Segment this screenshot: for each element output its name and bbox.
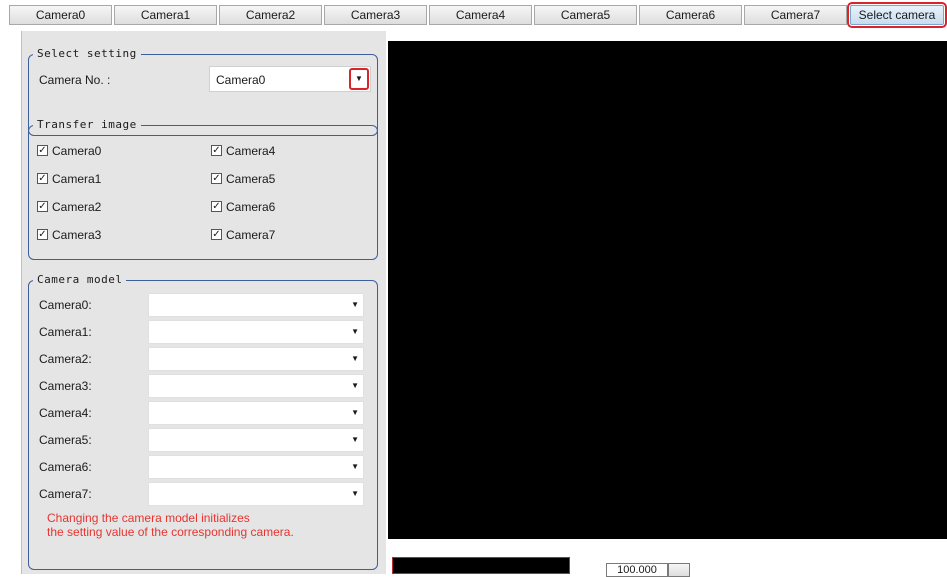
check-icon: ✓ xyxy=(211,145,222,156)
zoom-button[interactable] xyxy=(668,563,690,577)
chevron-down-icon: ▼ xyxy=(355,74,363,83)
camera-model-row-0: Camera0: ▼ xyxy=(23,293,387,317)
camera-model-row-4: Camera4: ▼ xyxy=(23,401,387,425)
camera5-model-select[interactable]: ▼ xyxy=(148,428,364,452)
chevron-down-icon: ▼ xyxy=(351,489,359,498)
camera-model-group: Camera model Camera0: ▼ Camera1: ▼ Camer… xyxy=(28,273,378,570)
tab-camera7[interactable]: Camera7 xyxy=(744,5,847,25)
select-setting-title: Select setting xyxy=(33,47,141,60)
camera-model-row-1: Camera1: ▼ xyxy=(23,320,387,344)
camera-model-title: Camera model xyxy=(33,273,127,286)
camera7-model-label: Camera7: xyxy=(39,487,92,501)
chevron-down-icon: ▼ xyxy=(351,435,359,444)
camera-no-select[interactable]: Camera0 ▼ xyxy=(209,66,371,92)
settings-panel: Select setting Camera No. : Camera0 ▼ Tr… xyxy=(21,31,386,574)
tab-camera5[interactable]: Camera5 xyxy=(534,5,637,25)
check-icon: ✓ xyxy=(37,145,48,156)
chevron-down-icon: ▼ xyxy=(351,300,359,309)
camera4-model-label: Camera4: xyxy=(39,406,92,420)
camera1-model-select[interactable]: ▼ xyxy=(148,320,364,344)
check-icon: ✓ xyxy=(211,229,222,240)
camera4-model-select[interactable]: ▼ xyxy=(148,401,364,425)
check-icon: ✓ xyxy=(37,201,48,212)
camera0-model-select[interactable]: ▼ xyxy=(148,293,364,317)
camera2-model-label: Camera2: xyxy=(39,352,92,366)
tab-camera1[interactable]: Camera1 xyxy=(114,5,217,25)
camera1-model-label: Camera1: xyxy=(39,325,92,339)
camera-tab-bar: Camera0 Camera1 Camera2 Camera3 Camera4 … xyxy=(0,0,947,32)
tab-camera2[interactable]: Camera2 xyxy=(219,5,322,25)
check-icon: ✓ xyxy=(37,229,48,240)
camera3-model-label: Camera3: xyxy=(39,379,92,393)
chevron-down-icon: ▼ xyxy=(351,354,359,363)
check-icon: ✓ xyxy=(211,173,222,184)
camera-model-row-3: Camera3: ▼ xyxy=(23,374,387,398)
camera-model-row-6: Camera6: ▼ xyxy=(23,455,387,479)
camera2-model-select[interactable]: ▼ xyxy=(148,347,364,371)
check-icon: ✓ xyxy=(211,201,222,212)
tab-camera0[interactable]: Camera0 xyxy=(9,5,112,25)
camera-no-value: Camera0 xyxy=(216,73,266,87)
chevron-down-icon: ▼ xyxy=(351,327,359,336)
camera-model-warning: Changing the camera model initializes th… xyxy=(47,511,294,539)
camera0-model-label: Camera0: xyxy=(39,298,92,312)
check-icon: ✓ xyxy=(37,173,48,184)
chevron-down-icon: ▼ xyxy=(351,381,359,390)
camera3-model-select[interactable]: ▼ xyxy=(148,374,364,398)
tab-camera4[interactable]: Camera4 xyxy=(429,5,532,25)
transfer-image-group: Transfer image ✓ Camera0 ✓ Camera4 ✓ Camera… xyxy=(28,118,378,260)
camera-no-dropdown-button[interactable]: ▼ xyxy=(349,68,369,90)
camera-model-row-2: Camera2: ▼ xyxy=(23,347,387,371)
zoom-value-field[interactable]: 100.000 xyxy=(606,563,668,577)
transfer-image-title: Transfer image xyxy=(33,118,141,131)
camera5-model-label: Camera5: xyxy=(39,433,92,447)
tab-camera3[interactable]: Camera3 xyxy=(324,5,427,25)
camera7-model-select[interactable]: ▼ xyxy=(148,482,364,506)
camera-no-label: Camera No. : xyxy=(39,73,111,87)
image-display-area[interactable] xyxy=(388,41,947,539)
thumbnail-preview[interactable] xyxy=(392,557,570,574)
tab-camera6[interactable]: Camera6 xyxy=(639,5,742,25)
camera6-model-label: Camera6: xyxy=(39,460,92,474)
camera6-model-select[interactable]: ▼ xyxy=(148,455,364,479)
camera-model-row-5: Camera5: ▼ xyxy=(23,428,387,452)
chevron-down-icon: ▼ xyxy=(351,462,359,471)
tab-select-camera[interactable]: Select camera xyxy=(847,2,947,28)
chevron-down-icon: ▼ xyxy=(351,408,359,417)
camera-model-row-7: Camera7: ▼ xyxy=(23,482,387,506)
